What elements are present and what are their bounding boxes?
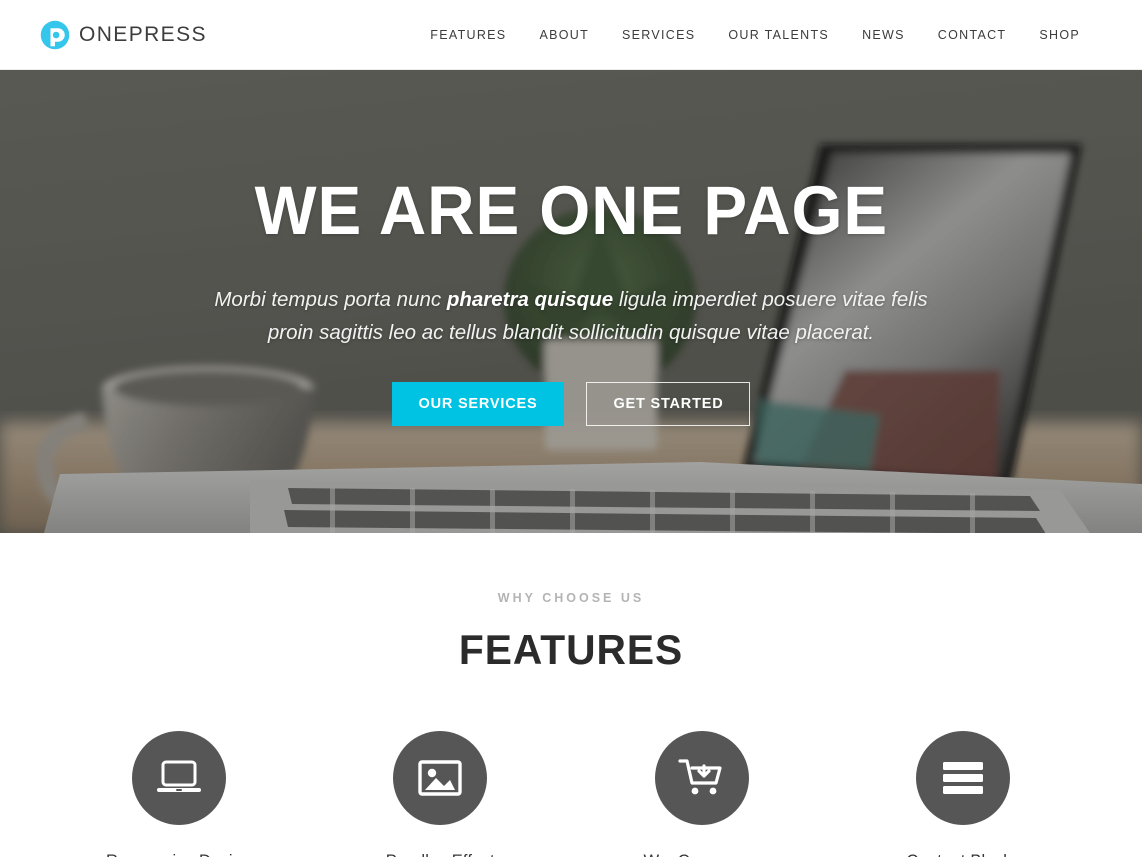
shopping-cart-download-icon (654, 731, 749, 825)
hero-actions: OUR SERVICES GET STARTED (391, 382, 751, 427)
nav-item-features[interactable]: FEATURES (430, 28, 506, 42)
feature-label: Responsive Design (106, 852, 252, 857)
brand-name: ONEPRESS (79, 22, 207, 46)
feature-item-woocommerce[interactable]: WooCommerce (571, 731, 833, 857)
our-services-button[interactable]: OUR SERVICES (391, 382, 565, 427)
site-header: ONEPRESS FEATURES ABOUT SERVICES OUR TAL… (0, 0, 1142, 70)
features-grid: Responsive Design Parallax Effect (0, 731, 1142, 857)
feature-item-content-blocks[interactable]: Content Blocks (833, 731, 1095, 857)
feature-label: Parallax Effect (386, 852, 495, 857)
nav-item-shop[interactable]: SHOP (1039, 28, 1080, 42)
hero-title: WE ARE ONE PAGE (254, 172, 888, 249)
nav-item-contact[interactable]: CONTACT (938, 28, 1007, 42)
main-navigation: FEATURES ABOUT SERVICES OUR TALENTS NEWS… (430, 28, 1080, 42)
hero-subtitle-part1: Morbi tempus porta nunc (214, 288, 447, 311)
features-section: WHY CHOOSE US FEATURES Responsive Design (0, 533, 1142, 857)
nav-item-about[interactable]: ABOUT (539, 28, 589, 42)
nav-item-our-talents[interactable]: OUR TALENTS (728, 28, 829, 42)
nav-item-news[interactable]: NEWS (862, 28, 905, 42)
content-blocks-icon (916, 731, 1011, 825)
laptop-icon (131, 731, 226, 825)
feature-item-responsive-design[interactable]: Responsive Design (48, 731, 310, 857)
image-icon (393, 731, 488, 825)
hero-subtitle: Morbi tempus porta nunc pharetra quisque… (201, 283, 941, 349)
features-title: FEATURES (458, 626, 684, 673)
brand-logo-link[interactable]: ONEPRESS (40, 20, 207, 50)
feature-item-parallax-effect[interactable]: Parallax Effect (310, 731, 572, 857)
features-eyebrow: WHY CHOOSE US (497, 591, 645, 605)
hero-subtitle-emphasis: pharetra quisque (446, 288, 614, 311)
feature-label: Content Blocks (906, 852, 1020, 857)
hero-section: WE ARE ONE PAGE Morbi tempus porta nunc … (0, 70, 1142, 533)
feature-label: WooCommerce (643, 852, 760, 857)
onepress-logo-icon (40, 20, 70, 50)
get-started-button[interactable]: GET STARTED (586, 382, 751, 427)
nav-item-services[interactable]: SERVICES (622, 28, 695, 42)
